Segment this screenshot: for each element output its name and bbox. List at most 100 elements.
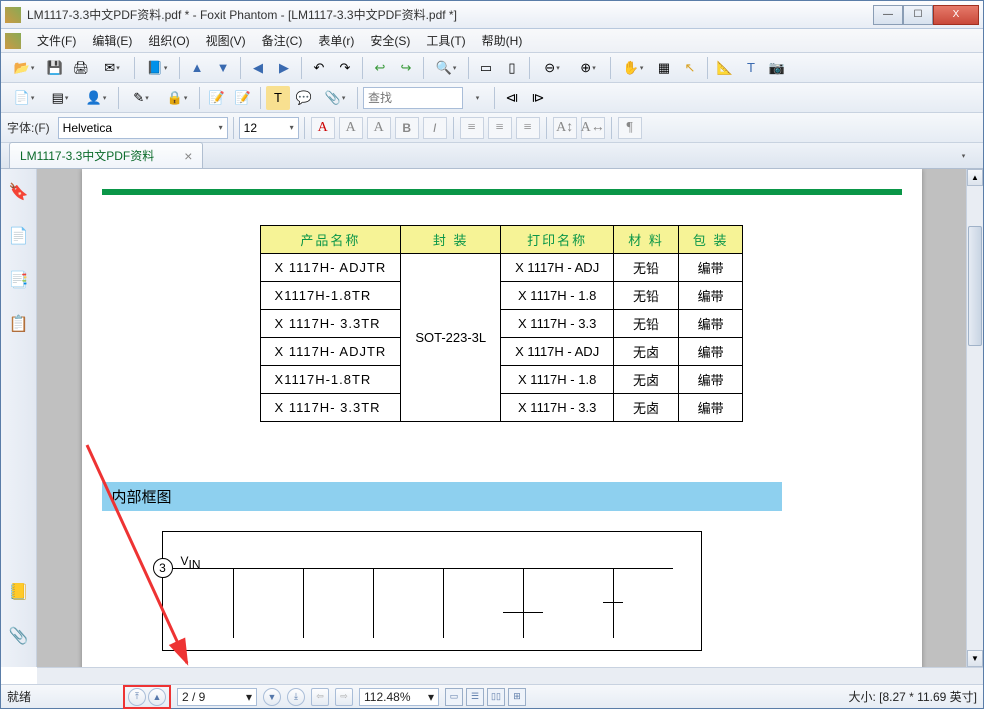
bold-button[interactable]: B bbox=[395, 117, 419, 139]
close-button[interactable]: X bbox=[933, 5, 979, 25]
spacing2-button[interactable]: A↔ bbox=[581, 117, 605, 139]
menu-secure[interactable]: 安全(S) bbox=[362, 29, 418, 52]
tab-close-icon[interactable]: × bbox=[184, 148, 192, 164]
align-left-button[interactable]: ≡ bbox=[460, 117, 484, 139]
prev-view-button[interactable]: ▲ bbox=[185, 56, 209, 80]
hand-tool-button[interactable]: ✋▾ bbox=[616, 56, 650, 80]
first-page-button[interactable]: ◀ bbox=[246, 56, 270, 80]
zoom-in-button[interactable]: ⊕▾ bbox=[571, 56, 605, 80]
fit-width-button[interactable]: ▯ bbox=[500, 56, 524, 80]
pages-panel-icon[interactable]: 📄 bbox=[8, 225, 30, 247]
menu-edit[interactable]: 编辑(E) bbox=[84, 29, 140, 52]
horizontal-scrollbar[interactable] bbox=[37, 667, 983, 684]
font-size-combo[interactable]: 12▾ bbox=[239, 117, 299, 139]
next-view-button[interactable]: ▼ bbox=[211, 56, 235, 80]
table-row: X1117H-1.8TRX 1117H - 1.8无铅编带 bbox=[260, 282, 743, 310]
open-button[interactable]: 📂▾ bbox=[7, 56, 41, 80]
page-number-input[interactable]: 2 / 9▾ bbox=[177, 688, 257, 706]
bookmarks-icon[interactable]: 🔖 bbox=[8, 181, 30, 203]
rotate-left-button[interactable]: ↶ bbox=[307, 56, 331, 80]
minimize-button[interactable]: — bbox=[873, 5, 903, 25]
scan-button[interactable]: 📘▾ bbox=[140, 56, 174, 80]
page-size-label: 大小: [8.27 * 11.69 英寸] bbox=[848, 688, 977, 705]
font-color-button[interactable]: A bbox=[311, 117, 335, 139]
facing-view-icon[interactable]: ▯▯ bbox=[487, 688, 505, 706]
note-button[interactable]: 💬 bbox=[292, 86, 316, 110]
export-button[interactable]: 📄▾ bbox=[7, 86, 41, 110]
edit2-button[interactable]: 📝 bbox=[231, 86, 255, 110]
attachments-icon[interactable]: 📎 bbox=[8, 625, 30, 647]
zoom-tool-button[interactable]: 🔍▾ bbox=[429, 56, 463, 80]
single-page-view-icon[interactable]: ▭ bbox=[445, 688, 463, 706]
text-select-button[interactable]: T bbox=[739, 56, 763, 80]
scroll-thumb[interactable] bbox=[968, 226, 982, 346]
indent-button[interactable]: ¶ bbox=[618, 117, 642, 139]
italic-button[interactable]: I bbox=[423, 117, 447, 139]
menu-comment[interactable]: 备注(C) bbox=[254, 29, 311, 52]
last-page-nav-button[interactable]: ⤓ bbox=[287, 688, 305, 706]
select-tool-button[interactable]: ↖ bbox=[678, 56, 702, 80]
maximize-button[interactable]: ☐ bbox=[903, 5, 933, 25]
vertical-scrollbar[interactable]: ▲ ▼ bbox=[966, 169, 983, 667]
print-button[interactable]: 🖨 bbox=[69, 56, 93, 80]
pages-button[interactable]: ▤▾ bbox=[43, 86, 77, 110]
sign-button[interactable]: ✎▾ bbox=[124, 86, 158, 110]
continuous-facing-view-icon[interactable]: ⊞ bbox=[508, 688, 526, 706]
document-scroll[interactable]: 产品名称 封 装 打印名称 材 料 包 装 X 1117H- ADJTRSOT-… bbox=[37, 169, 966, 667]
font-style1-button[interactable]: A bbox=[339, 117, 363, 139]
font-style2-button[interactable]: A bbox=[367, 117, 391, 139]
app-menu-icon[interactable] bbox=[5, 33, 21, 49]
bookmark-prev-button[interactable]: ⧏ bbox=[500, 86, 524, 110]
last-page-button[interactable]: ▶ bbox=[272, 56, 296, 80]
search-input[interactable] bbox=[363, 87, 463, 109]
next-page-nav-button[interactable]: ▼ bbox=[263, 688, 281, 706]
bookmark-next-button[interactable]: ⧐ bbox=[526, 86, 550, 110]
first-page-nav-button[interactable]: ⤒ bbox=[128, 688, 146, 706]
menu-view[interactable]: 视图(V) bbox=[198, 29, 254, 52]
edit1-button[interactable]: 📝 bbox=[205, 86, 229, 110]
snapshot-button[interactable]: ▦ bbox=[652, 56, 676, 80]
zoom-out-button[interactable]: ⊖▾ bbox=[535, 56, 569, 80]
redo-button[interactable]: ↪ bbox=[394, 56, 418, 80]
package-cell: SOT-223-3L bbox=[401, 254, 501, 422]
tab-label: LM1117-3.3中文PDF资料 bbox=[20, 147, 154, 164]
align-right-button[interactable]: ≡ bbox=[516, 117, 540, 139]
notes-icon[interactable]: 📒 bbox=[8, 581, 30, 603]
menu-organize[interactable]: 组织(O) bbox=[140, 29, 197, 52]
scroll-up-icon[interactable]: ▲ bbox=[967, 169, 983, 186]
camera-button[interactable]: 📷 bbox=[765, 56, 789, 80]
menu-help[interactable]: 帮助(H) bbox=[474, 29, 531, 52]
status-ready: 就绪 bbox=[7, 688, 117, 705]
menu-file[interactable]: 文件(F) bbox=[29, 29, 84, 52]
font-family-combo[interactable]: Helvetica▾ bbox=[58, 117, 228, 139]
zoom-input[interactable]: 112.48%▾ bbox=[359, 688, 439, 706]
stamp-button[interactable]: 👤▾ bbox=[79, 86, 113, 110]
prev-page-nav-button[interactable]: ▲ bbox=[148, 688, 166, 706]
th-package: 封 装 bbox=[401, 226, 501, 254]
mail-button[interactable]: ✉▾ bbox=[95, 56, 129, 80]
forward-button[interactable]: ⇨ bbox=[335, 688, 353, 706]
continuous-view-icon[interactable]: ☰ bbox=[466, 688, 484, 706]
tab-menu-button[interactable]: ▾ bbox=[951, 144, 975, 168]
fit-page-button[interactable]: ▭ bbox=[474, 56, 498, 80]
lock-button[interactable]: 🔒▾ bbox=[160, 86, 194, 110]
undo-button[interactable]: ↩ bbox=[368, 56, 392, 80]
align-center-button[interactable]: ≡ bbox=[488, 117, 512, 139]
text-box-button[interactable]: T bbox=[266, 86, 290, 110]
sidebar: 🔖 📄 📑 📋 📒 📎 bbox=[1, 169, 37, 667]
document-tab[interactable]: LM1117-3.3中文PDF资料 × bbox=[9, 142, 203, 168]
menu-tool[interactable]: 工具(T) bbox=[418, 29, 473, 52]
rotate-right-button[interactable]: ↷ bbox=[333, 56, 357, 80]
search-dropdown[interactable]: ▾ bbox=[465, 86, 489, 110]
menu-form[interactable]: 表单(r) bbox=[310, 29, 362, 52]
scroll-down-icon[interactable]: ▼ bbox=[967, 650, 983, 667]
document-area: 产品名称 封 装 打印名称 材 料 包 装 X 1117H- ADJTRSOT-… bbox=[37, 169, 983, 667]
attach-button[interactable]: 📎▾ bbox=[318, 86, 352, 110]
save-button[interactable]: 💾 bbox=[43, 56, 67, 80]
table-row: X 1117H- 3.3TRX 1117H - 3.3无铅编带 bbox=[260, 310, 743, 338]
comments-icon[interactable]: 📋 bbox=[8, 313, 30, 335]
measure-button[interactable]: 📐 bbox=[713, 56, 737, 80]
spacing1-button[interactable]: A↕ bbox=[553, 117, 577, 139]
back-button[interactable]: ⇦ bbox=[311, 688, 329, 706]
layers-icon[interactable]: 📑 bbox=[8, 269, 30, 291]
